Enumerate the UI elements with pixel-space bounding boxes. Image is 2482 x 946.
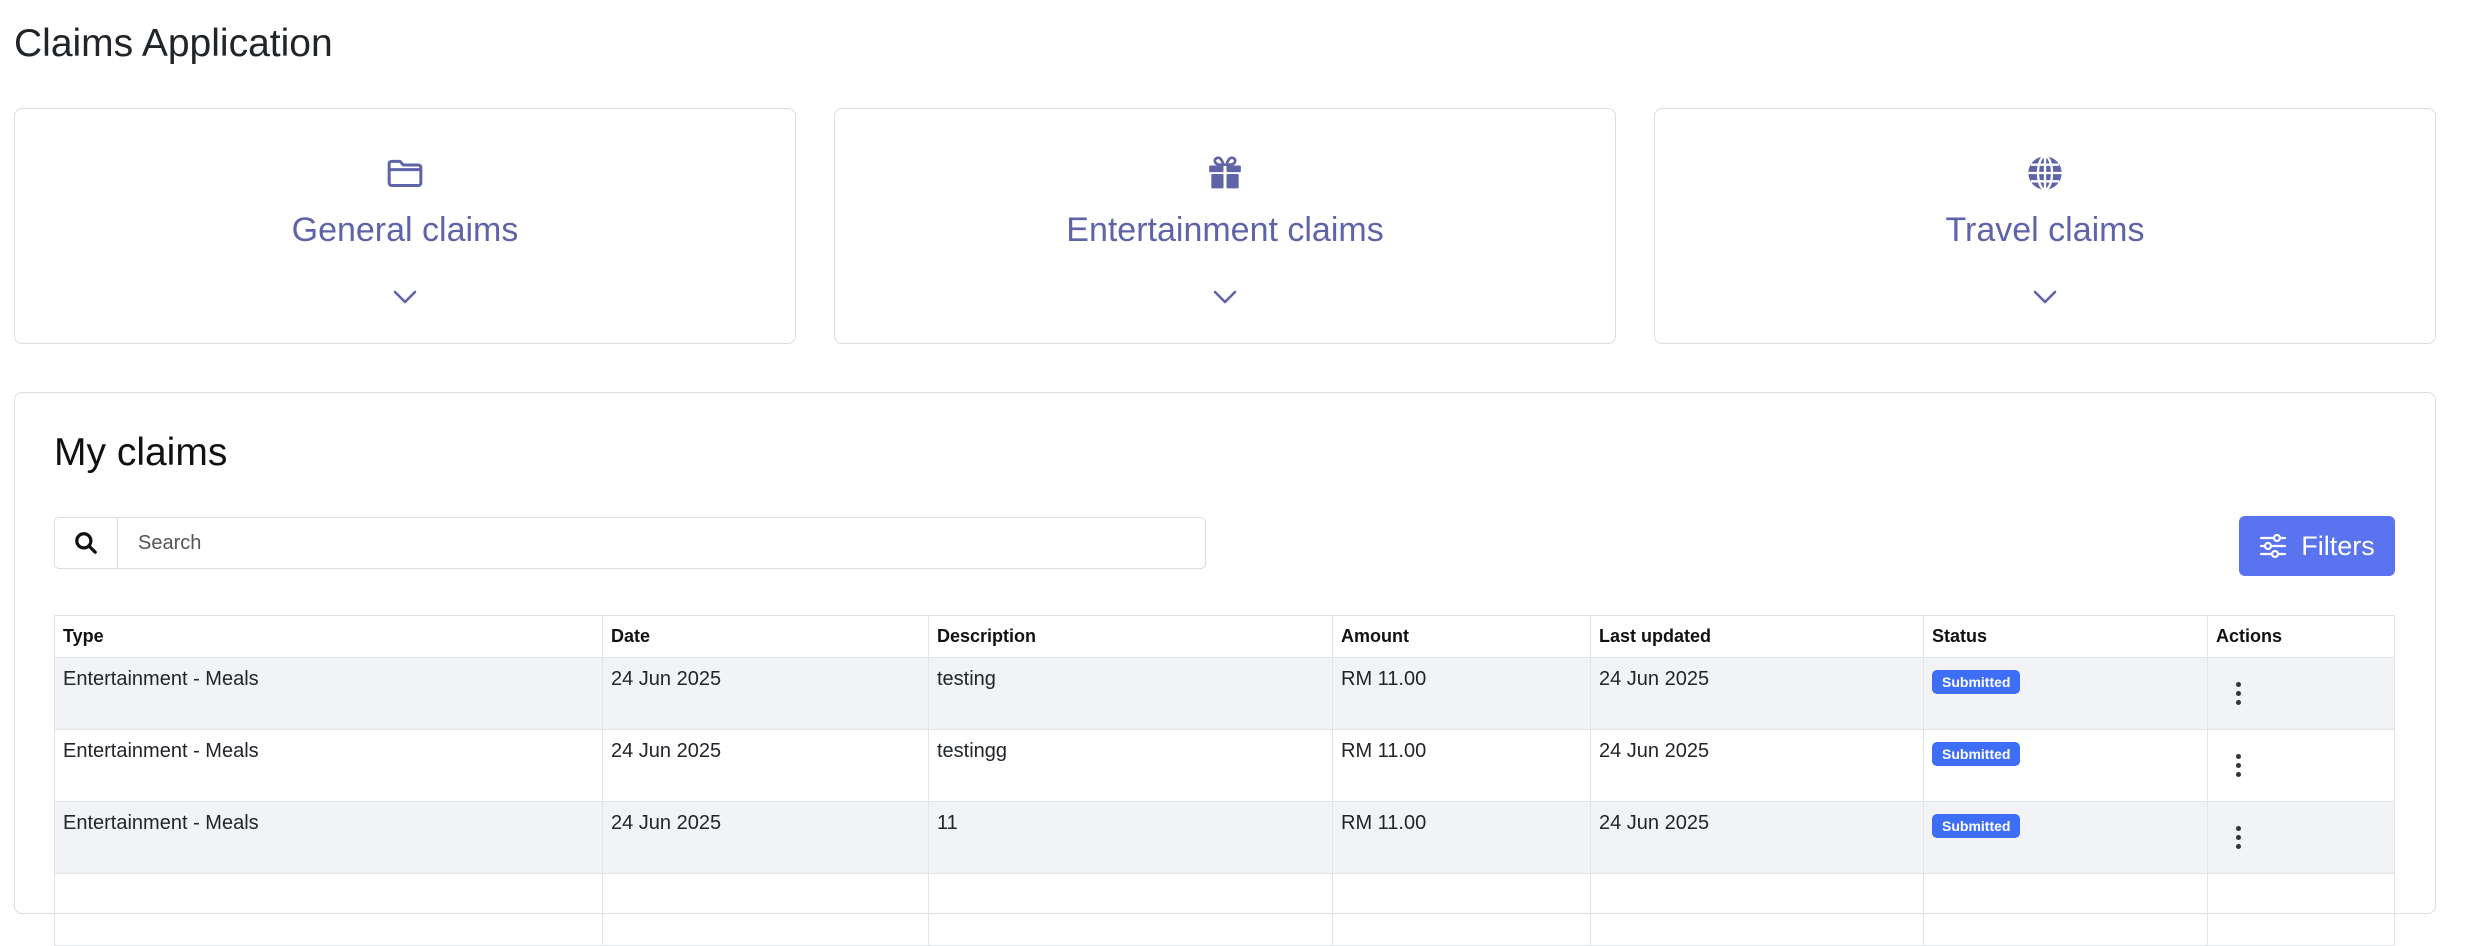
cell-date: 24 Jun 2025 — [602, 657, 929, 730]
cell-amount — [1332, 873, 1591, 946]
cell-date — [602, 873, 929, 946]
my-claims-panel: My claims Filters Type Date Description … — [14, 392, 2436, 946]
chevron-down-icon — [2033, 290, 2057, 304]
entertainment-claims-card[interactable]: Entertainment claims — [834, 108, 1616, 344]
filters-button[interactable]: Filters — [2239, 516, 2395, 576]
cell-status: Submitted — [1923, 657, 2208, 730]
cell-description: testing — [928, 657, 1333, 730]
my-claims-title: My claims — [54, 431, 228, 474]
column-header-amount[interactable]: Amount — [1332, 615, 1591, 658]
general-claims-card[interactable]: General claims — [14, 108, 796, 344]
search-group — [54, 517, 1206, 569]
entertainment-claims-label: Entertainment claims — [1066, 211, 1384, 249]
table-row — [54, 873, 2395, 946]
general-claims-label: General claims — [291, 211, 519, 249]
search-icon — [75, 532, 97, 554]
table-row: Entertainment - Meals 24 Jun 2025 testin… — [54, 657, 2395, 730]
cell-type: Entertainment - Meals — [54, 801, 603, 874]
cell-last-updated: 24 Jun 2025 — [1590, 657, 1924, 730]
page-title: Claims Application — [14, 22, 333, 65]
cell-actions — [2207, 729, 2395, 802]
cell-status: Submitted — [1923, 801, 2208, 874]
cell-amount: RM 11.00 — [1332, 657, 1591, 730]
cell-actions — [2207, 873, 2395, 946]
cell-amount: RM 11.00 — [1332, 729, 1591, 802]
filters-label: Filters — [2301, 530, 2375, 561]
table-header-row: Type Date Description Amount Last update… — [54, 615, 2395, 658]
cell-description — [928, 873, 1333, 946]
cell-actions — [2207, 657, 2395, 730]
chevron-down-icon — [1213, 290, 1237, 304]
column-header-actions: Actions — [2207, 615, 2395, 658]
cell-amount: RM 11.00 — [1332, 801, 1591, 874]
travel-claims-label: Travel claims — [1945, 211, 2145, 249]
column-header-last-updated[interactable]: Last updated — [1590, 615, 1924, 658]
cell-last-updated: 24 Jun 2025 — [1590, 729, 1924, 802]
cell-date: 24 Jun 2025 — [602, 729, 929, 802]
column-header-status[interactable]: Status — [1923, 615, 2208, 658]
cell-status — [1923, 873, 2208, 946]
travel-claims-card[interactable]: Travel claims — [1654, 108, 2436, 344]
claim-categories: General claims Entertainment claims Trav… — [14, 108, 2436, 344]
cell-description: 11 — [928, 801, 1333, 874]
cell-status: Submitted — [1923, 729, 2208, 802]
status-badge: Submitted — [1932, 742, 2021, 766]
globe-icon — [2028, 155, 2062, 191]
column-header-description[interactable]: Description — [928, 615, 1333, 658]
cell-actions — [2207, 801, 2395, 874]
cell-type: Entertainment - Meals — [54, 729, 603, 802]
search-addon — [55, 518, 118, 568]
column-header-type[interactable]: Type — [54, 615, 603, 658]
more-actions-icon[interactable] — [2236, 682, 2242, 709]
status-badge: Submitted — [1932, 670, 2021, 694]
folder-icon — [387, 159, 423, 187]
cell-last-updated — [1590, 873, 1924, 946]
cell-date: 24 Jun 2025 — [602, 801, 929, 874]
cell-description: testingg — [928, 729, 1333, 802]
table-row: Entertainment - Meals 24 Jun 2025 11 RM … — [54, 801, 2395, 874]
status-badge: Submitted — [1932, 814, 2021, 838]
sliders-icon — [2260, 533, 2287, 559]
chevron-down-icon — [393, 290, 417, 304]
more-actions-icon[interactable] — [2236, 754, 2242, 781]
gift-icon — [1209, 156, 1241, 189]
column-header-date[interactable]: Date — [602, 615, 929, 658]
search-input[interactable] — [118, 518, 1205, 568]
cell-type — [54, 873, 603, 946]
claims-table: Type Date Description Amount Last update… — [54, 615, 2395, 946]
cell-type: Entertainment - Meals — [54, 657, 603, 730]
cell-last-updated: 24 Jun 2025 — [1590, 801, 1924, 874]
table-row: Entertainment - Meals 24 Jun 2025 testin… — [54, 729, 2395, 802]
more-actions-icon[interactable] — [2236, 826, 2242, 853]
